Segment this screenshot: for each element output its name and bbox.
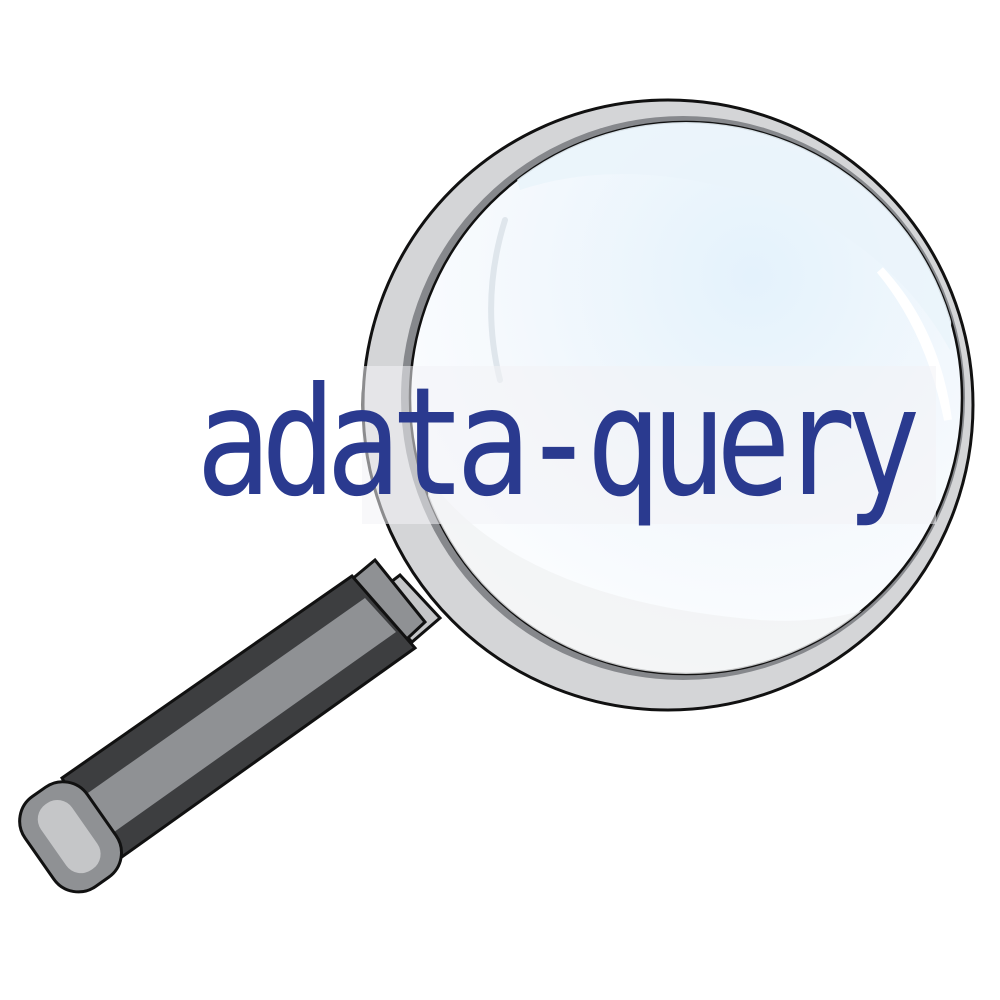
magnifier-handle	[18, 557, 443, 894]
logo: adata-query	[0, 0, 1000, 1000]
handle-grip-band	[78, 598, 396, 842]
wordmark-text: adata-query	[196, 356, 921, 530]
